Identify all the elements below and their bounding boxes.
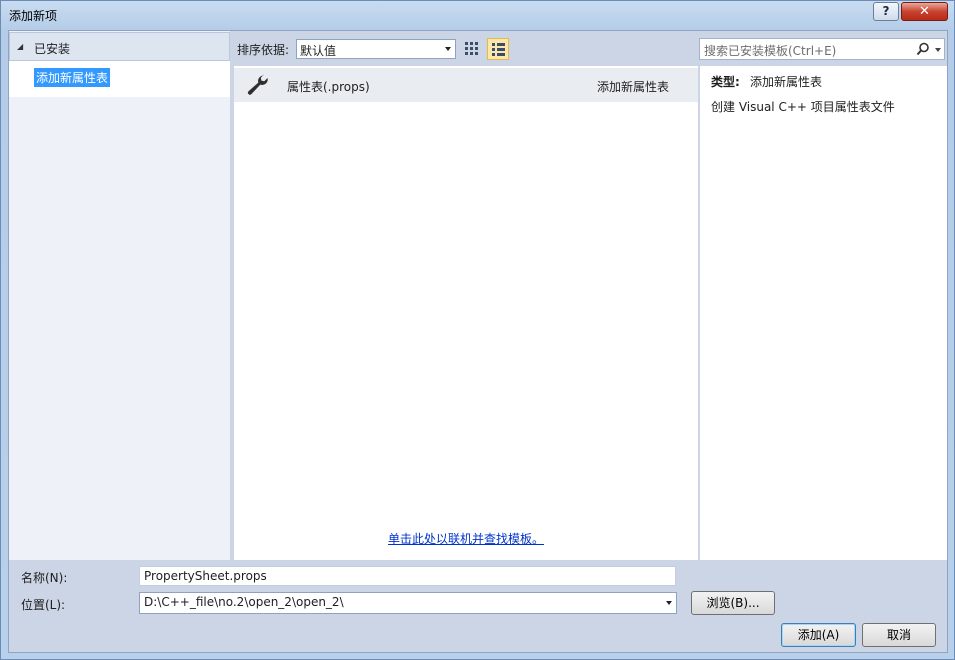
sort-toolbar: 排序依据: 默认值 xyxy=(231,31,698,65)
template-description: 创建 Visual C++ 项目属性表文件 xyxy=(711,100,895,114)
location-field-value: D:\C++_file\no.2\open_2\open_2\ xyxy=(144,595,344,609)
name-label: 名称(N): xyxy=(21,571,68,585)
search-icon[interactable] xyxy=(916,42,930,56)
sort-select[interactable]: 默认值 xyxy=(296,39,456,59)
help-button[interactable]: ? xyxy=(873,2,899,21)
tree-node-installed[interactable]: ◢ 已安装 xyxy=(9,32,230,61)
chevron-down-icon[interactable] xyxy=(666,601,672,605)
dialog-title: 添加新项 xyxy=(9,9,58,23)
dialog-body: ◢ 已安装 添加新属性表 排序依据: 默认值 搜索已安装模板(Ctrl+E) 属… xyxy=(8,30,948,653)
details-panel: 类型: 添加新属性表 创建 Visual C++ 项目属性表文件 xyxy=(700,66,947,560)
location-field[interactable]: D:\C++_file\no.2\open_2\open_2\ xyxy=(139,592,677,614)
template-list: 属性表(.props) 添加新属性表 单击此处以联机并查找模板。 xyxy=(234,66,698,560)
sort-select-value: 默认值 xyxy=(300,44,337,58)
type-label: 类型: xyxy=(711,75,740,89)
add-button[interactable]: 添加(A) xyxy=(781,623,856,647)
name-field-value: PropertySheet.props xyxy=(144,569,267,583)
tree-node-installed-label: 已安装 xyxy=(34,42,71,56)
chevron-down-icon xyxy=(445,47,451,51)
name-field[interactable]: PropertySheet.props xyxy=(139,566,676,586)
collapse-arrow-icon[interactable]: ◢ xyxy=(17,42,23,51)
online-templates-link[interactable]: 单击此处以联机并查找模板。 xyxy=(388,530,544,547)
template-tree: ◢ 已安装 添加新属性表 xyxy=(9,31,230,560)
tree-item-add-property-sheet[interactable]: 添加新属性表 xyxy=(34,68,111,87)
template-name: 属性表(.props) xyxy=(287,80,370,94)
type-value: 添加新属性表 xyxy=(750,75,823,89)
template-category: 添加新属性表 xyxy=(597,80,670,94)
wrench-icon xyxy=(247,74,268,95)
add-new-item-dialog: 添加新项 ? ✕ ◢ 已安装 添加新属性表 排序依据: 默认值 搜索已安装模板(… xyxy=(0,0,955,660)
sort-label: 排序依据: xyxy=(237,43,290,57)
close-button[interactable]: ✕ xyxy=(901,2,948,21)
close-icon: ✕ xyxy=(919,4,930,19)
tree-children: 添加新属性表 xyxy=(9,61,230,97)
search-input[interactable]: 搜索已安装模板(Ctrl+E) xyxy=(699,38,945,60)
title-bar: 添加新项 ? ✕ xyxy=(1,1,954,29)
grid-view-icon[interactable] xyxy=(462,39,482,59)
search-options-chevron-icon[interactable] xyxy=(935,48,941,52)
browse-button[interactable]: 浏览(B)... xyxy=(691,591,775,615)
location-label: 位置(L): xyxy=(21,598,66,612)
cancel-button[interactable]: 取消 xyxy=(862,623,936,647)
search-placeholder: 搜索已安装模板(Ctrl+E) xyxy=(704,44,837,58)
list-item[interactable]: 属性表(.props) 添加新属性表 xyxy=(234,68,698,102)
list-view-icon[interactable] xyxy=(487,38,509,60)
